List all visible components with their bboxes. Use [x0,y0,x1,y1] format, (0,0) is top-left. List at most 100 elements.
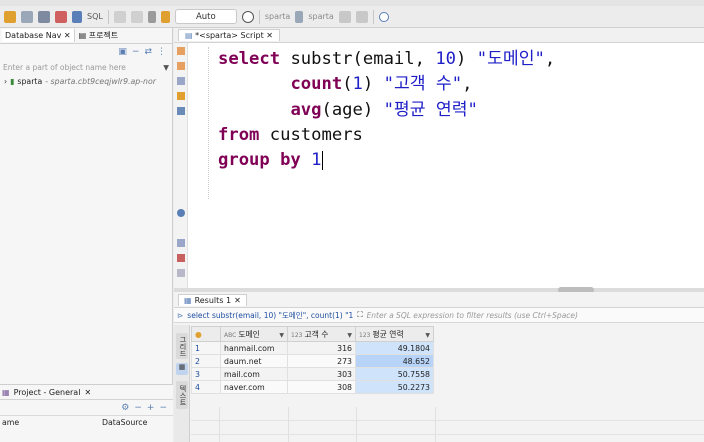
collapse-icon[interactable]: − [134,403,142,413]
execute-statement-icon[interactable] [177,47,185,55]
grid-icon: ▦ [184,295,192,305]
code-line[interactable]: avg(age) "평균 연력" [218,98,555,123]
close-icon[interactable]: ✕ [266,31,273,40]
sort-icon[interactable]: ▼ [347,332,352,339]
tab-sparta-script[interactable]: ▤ *<sparta> Script ✕ [178,29,280,41]
sort-icon[interactable]: ▼ [279,332,284,339]
navigator-filter-input[interactable]: Enter a part of object name here ▼ [3,60,169,74]
text-view-toggle[interactable]: 텍스트 [176,381,188,409]
lock-icon[interactable] [160,10,170,23]
load-plan-icon[interactable] [177,92,185,100]
rollback-icon[interactable] [130,10,143,23]
transaction-icon[interactable] [147,10,156,23]
cell-avg[interactable]: 49.1804 [355,341,434,355]
code-token: count [290,74,343,95]
column-header-count[interactable]: 123 고객 수 ▼ [287,326,356,342]
clock-icon[interactable] [241,10,254,23]
sql-code[interactable]: select substr(email, 10) "도메인", count(1)… [218,47,555,173]
code-line[interactable]: count(1) "고객 수", [218,72,555,97]
project-title[interactable]: Project - General [14,388,81,397]
column-name[interactable]: ame [2,418,102,427]
results-filter-input[interactable]: Enter a SQL expression to filter results… [367,311,578,320]
column-header-domain[interactable]: ABC 도메인 ▼ [220,326,288,342]
tab-database-navigator[interactable]: Database Nav ✕ [2,29,75,42]
navigator-tabs: Database Nav ✕ ▤ 프로젝트 [0,28,172,44]
cell-count[interactable]: 273 [287,354,356,368]
code-token: 1 [311,150,322,171]
filter-icon[interactable]: ▼ [163,63,169,72]
cell-avg[interactable]: 50.2273 [355,380,434,394]
row-number[interactable]: 1 [191,341,221,355]
new-connection-icon[interactable] [4,10,16,23]
folder-icon[interactable]: ▣ [118,47,127,57]
close-icon[interactable]: ✕ [84,388,91,397]
cell-count[interactable]: 303 [287,367,356,381]
transaction-mode-select[interactable]: Auto [174,9,237,24]
commit-icon[interactable] [55,10,67,23]
collapse-icon[interactable]: − [132,47,140,57]
gear-icon[interactable]: ⚙ [121,403,129,413]
settings-icon[interactable] [177,209,185,217]
type-tag: 123 [291,331,303,339]
sql-editor-icon[interactable] [72,10,82,23]
table-row[interactable]: 3 mail.com 303 50.7558 [191,367,434,381]
code-token: substr(email, [280,49,436,69]
code-line[interactable]: from customers [218,123,555,148]
tab-projects[interactable]: ▤ 프로젝트 [79,30,119,41]
remove-icon[interactable]: − [159,403,167,413]
tab-results-1[interactable]: ▦ Results 1 ✕ [178,293,247,306]
cell-count[interactable]: 308 [287,380,356,394]
settings-icon[interactable] [38,10,50,23]
results-tabs: ▦ Results 1 ✕ [174,292,704,308]
add-icon[interactable]: + [147,403,155,413]
disconnect-icon[interactable] [21,10,33,23]
code-line[interactable]: select substr(email, 10) "도메인", [218,47,555,72]
grid-icon[interactable]: ▦ [176,363,188,375]
active-schema-select[interactable]: sparta [308,12,333,21]
history-icon[interactable] [177,269,185,277]
cell-avg[interactable]: 48.652 [355,354,434,368]
expand-icon[interactable]: ⛶ [357,310,362,320]
commit-mode-icon[interactable] [113,10,126,23]
table-row[interactable]: 2 daum.net 273 48.652 [191,354,434,368]
sort-icon[interactable]: ▼ [425,332,430,339]
code-token: customers [259,124,363,145]
menu-icon[interactable]: ⋮ [157,47,166,57]
execute-script-icon[interactable] [177,62,185,70]
export-icon[interactable] [177,239,185,247]
expand-arrow-icon[interactable]: › [4,77,7,86]
close-icon[interactable]: ✕ [234,296,241,305]
grid-view-toggle[interactable]: 그리드 [176,333,188,359]
results-filter-bar: ⊳ select substr(email, 10) "도메인", count(… [174,308,704,323]
format-icon[interactable] [177,254,185,262]
code-token: ) [456,49,477,69]
column-datasource[interactable]: DataSource [102,418,147,427]
active-datasource-select[interactable]: sparta [265,12,290,21]
code-token: 10 [435,49,457,69]
cell-domain[interactable]: mail.com [220,367,288,381]
link-icon[interactable]: ⇄ [144,47,152,57]
column-header-avg[interactable]: 123 평균 연력 ▼ [355,326,434,342]
code-line[interactable]: group by 1 [218,148,555,173]
search-icon[interactable] [378,11,389,22]
home-icon[interactable] [338,10,351,23]
row-number[interactable]: 3 [191,367,221,381]
row-number-header[interactable]: ● [191,326,221,342]
cell-domain[interactable]: naver.com [220,380,288,394]
tree-item-connection[interactable]: › ▮ sparta - sparta.cbt9ceqjwlr9.ap-nor [0,75,172,88]
cell-domain[interactable]: hanmail.com [220,341,288,355]
cell-avg[interactable]: 50.7558 [355,367,434,381]
cell-domain[interactable]: daum.net [220,354,288,368]
table-row[interactable]: 1 hanmail.com 316 49.1804 [191,341,434,355]
cell-count[interactable]: 316 [287,341,356,355]
stack-icon[interactable] [355,10,368,23]
sql-button[interactable]: SQL [87,12,103,21]
table-row[interactable]: 4 naver.com 308 50.2273 [191,380,434,394]
explain-plan-icon[interactable] [177,77,185,85]
script-icon: ▤ [185,31,193,40]
show-output-icon[interactable] [177,107,185,115]
toolbar-separator [372,9,374,24]
row-number[interactable]: 4 [191,380,221,394]
row-number[interactable]: 2 [191,354,221,368]
